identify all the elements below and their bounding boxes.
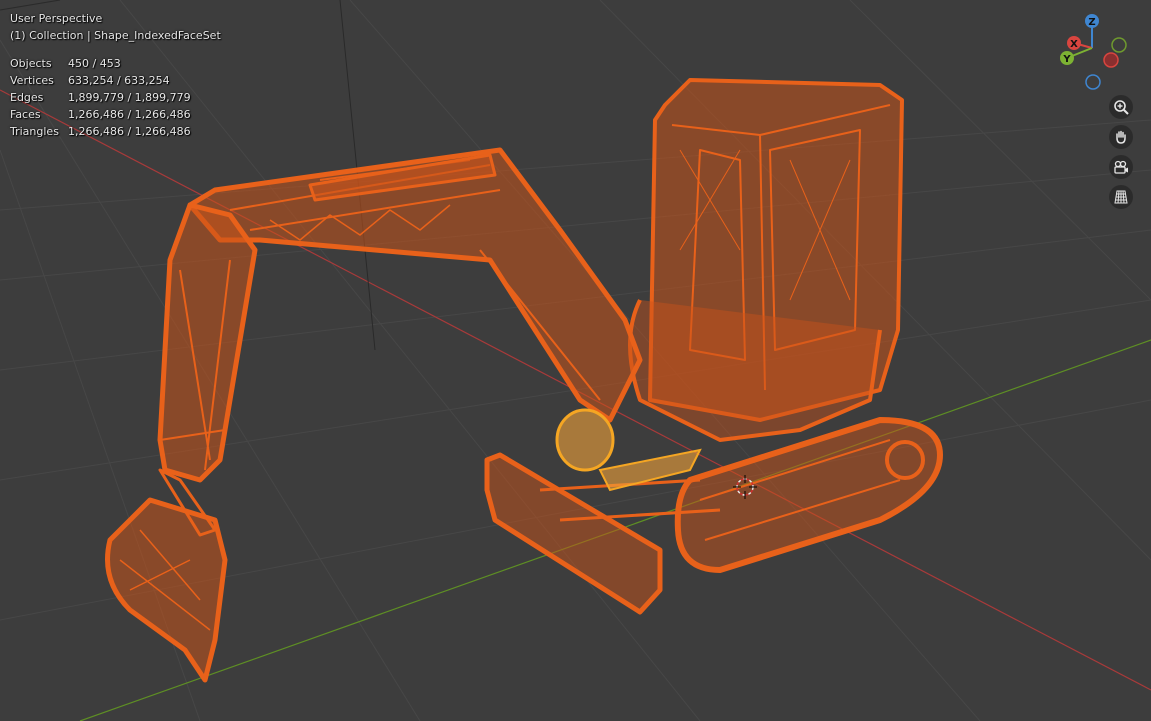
active-gear[interactable] xyxy=(555,408,702,492)
zoom-button[interactable] xyxy=(1109,95,1133,119)
stat-label: Objects xyxy=(10,57,52,70)
view-name: User Perspective xyxy=(10,12,103,25)
svg-text:Z: Z xyxy=(1088,17,1095,28)
stat-value: 633,254 / 633,254 xyxy=(68,74,170,87)
stat-value: 450 / 453 xyxy=(68,57,121,70)
stat-value: 1,266,486 / 1,266,486 xyxy=(68,125,191,138)
stat-faces: Faces 1,266,486 / 1,266,486 xyxy=(10,106,221,123)
scene-statistics: Objects 450 / 453 Vertices 633,254 / 633… xyxy=(10,55,221,140)
pan-button[interactable] xyxy=(1109,125,1133,149)
camera-view-button[interactable] xyxy=(1109,155,1133,179)
neg-z-axis-handle[interactable] xyxy=(1085,74,1101,90)
z-axis-handle[interactable]: Z xyxy=(1085,14,1099,28)
collection-line: (1) Collection | Shape_IndexedFaceSet xyxy=(10,29,221,42)
stat-vertices: Vertices 633,254 / 633,254 xyxy=(10,72,221,89)
stat-objects: Objects 450 / 453 xyxy=(10,55,221,72)
excavator-model[interactable] xyxy=(105,78,943,683)
hand-icon xyxy=(1116,130,1126,144)
camera-line xyxy=(0,0,61,11)
x-axis-handle[interactable]: X xyxy=(1067,36,1081,50)
y-axis-handle[interactable]: Y xyxy=(1060,51,1074,65)
stat-value: 1,899,779 / 1,899,779 xyxy=(68,91,191,104)
svg-text:X: X xyxy=(1070,39,1078,50)
grid-icon xyxy=(1114,190,1128,204)
stat-label: Edges xyxy=(10,91,44,104)
boom xyxy=(187,147,643,423)
bucket xyxy=(105,497,228,683)
svg-text:Y: Y xyxy=(1062,54,1071,65)
zoom-icon xyxy=(1114,100,1129,115)
stat-label: Vertices xyxy=(10,74,54,87)
viewport-info-overlay: User Perspective (1) Collection | Shape_… xyxy=(10,10,221,140)
neg-x-axis-handle[interactable] xyxy=(1103,52,1119,68)
stat-triangles: Triangles 1,266,486 / 1,266,486 xyxy=(10,123,221,140)
neg-y-axis-handle[interactable] xyxy=(1111,37,1127,53)
stat-label: Triangles xyxy=(10,125,59,138)
ortho-toggle-button[interactable] xyxy=(1109,185,1133,209)
stat-edges: Edges 1,899,779 / 1,899,779 xyxy=(10,89,221,106)
stat-label: Faces xyxy=(10,108,41,121)
stat-value: 1,266,486 / 1,266,486 xyxy=(68,108,191,121)
camera-icon xyxy=(1114,160,1128,174)
navigation-gizmo[interactable]: Z X Y xyxy=(1050,10,1140,95)
